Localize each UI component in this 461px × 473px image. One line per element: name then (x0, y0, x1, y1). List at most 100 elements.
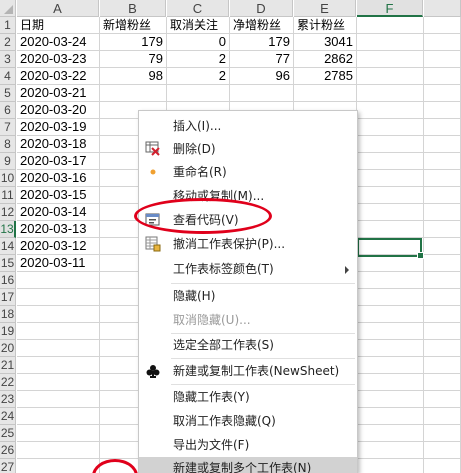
menu-item-new-or-copy-sheet[interactable]: 新建或复制工作表(NewSheet) (139, 360, 357, 382)
row-header-5[interactable]: 5 (0, 85, 16, 102)
cell[interactable]: 2020-03-22 (17, 68, 100, 85)
cell[interactable] (17, 391, 100, 408)
cell[interactable] (424, 187, 461, 204)
row-header-7[interactable]: 7 (0, 119, 16, 136)
cell[interactable] (424, 102, 461, 119)
row-header-18[interactable]: 18 (0, 306, 16, 323)
cell[interactable] (17, 374, 100, 391)
menu-item-hide[interactable]: 隐藏(H) (139, 285, 357, 307)
cell[interactable] (424, 136, 461, 153)
cell[interactable] (424, 306, 461, 323)
cell[interactable] (357, 17, 424, 34)
cell[interactable] (230, 85, 294, 102)
menu-item-new-or-copy-multiple-sheets[interactable]: 新建或复制多个工作表(N) (139, 457, 357, 473)
column-header-c[interactable]: C (167, 0, 229, 17)
row-header-11[interactable]: 11 (0, 187, 16, 204)
cell[interactable] (357, 51, 424, 68)
cell[interactable] (17, 306, 100, 323)
cell[interactable]: 日期 (17, 17, 100, 34)
cell[interactable] (424, 153, 461, 170)
menu-item-unhide-sheet[interactable]: 取消工作表隐藏(Q) (139, 410, 357, 432)
row-header-2[interactable]: 2 (0, 34, 16, 51)
cell[interactable]: 2020-03-12 (17, 238, 100, 255)
cell[interactable] (357, 119, 424, 136)
cell[interactable] (424, 17, 461, 34)
cell[interactable] (167, 85, 230, 102)
row-header-27[interactable]: 27 (0, 459, 16, 473)
row-header-25[interactable]: 25 (0, 425, 16, 442)
menu-item-select-all-sheets[interactable]: 选定全部工作表(S) (139, 334, 357, 356)
cell[interactable] (424, 357, 461, 374)
cell[interactable] (357, 204, 424, 221)
row-header-16[interactable]: 16 (0, 272, 16, 289)
cell[interactable] (357, 85, 424, 102)
menu-item-delete[interactable]: 删除(D) (139, 138, 357, 160)
menu-item-hide-sheet[interactable]: 隐藏工作表(Y) (139, 386, 357, 408)
cell[interactable] (357, 255, 424, 272)
cell[interactable]: 2785 (294, 68, 357, 85)
cell[interactable] (424, 85, 461, 102)
row-header-6[interactable]: 6 (0, 102, 16, 119)
cell[interactable] (424, 119, 461, 136)
cell[interactable]: 2020-03-21 (17, 85, 100, 102)
cell[interactable]: 2020-03-24 (17, 34, 100, 51)
column-header-d[interactable]: D (230, 0, 293, 17)
cell[interactable]: 3041 (294, 34, 357, 51)
cell[interactable]: 77 (230, 51, 294, 68)
cell[interactable] (357, 391, 424, 408)
cell[interactable] (424, 272, 461, 289)
cell[interactable] (357, 68, 424, 85)
cell[interactable] (424, 34, 461, 51)
cell[interactable] (357, 272, 424, 289)
cell[interactable] (424, 442, 461, 459)
cell[interactable] (424, 170, 461, 187)
cell[interactable] (17, 289, 100, 306)
row-header-15[interactable]: 15 (0, 255, 16, 272)
menu-item-unprotect-sheet[interactable]: 撤消工作表保护(P)... (139, 233, 357, 255)
row-header-17[interactable]: 17 (0, 289, 16, 306)
cell[interactable] (424, 221, 461, 238)
cell[interactable] (424, 51, 461, 68)
cell[interactable]: 2020-03-17 (17, 153, 100, 170)
column-header-f[interactable]: F (357, 0, 423, 17)
cell[interactable] (424, 255, 461, 272)
cell[interactable] (357, 170, 424, 187)
cell[interactable] (357, 425, 424, 442)
row-header-12[interactable]: 12 (0, 204, 16, 221)
cell[interactable] (424, 374, 461, 391)
cell[interactable]: 2020-03-11 (17, 255, 100, 272)
cell[interactable]: 2020-03-14 (17, 204, 100, 221)
row-header-13[interactable]: 13 (0, 221, 16, 238)
cell[interactable]: 取消关注 (167, 17, 230, 34)
row-header-4[interactable]: 4 (0, 68, 16, 85)
cell[interactable] (424, 323, 461, 340)
cell[interactable]: 2020-03-15 (17, 187, 100, 204)
cell[interactable] (357, 357, 424, 374)
cell[interactable]: 2020-03-13 (17, 221, 100, 238)
row-header-10[interactable]: 10 (0, 170, 16, 187)
cell[interactable] (100, 85, 167, 102)
cell[interactable] (17, 357, 100, 374)
row-header-22[interactable]: 22 (0, 374, 16, 391)
row-header-1[interactable]: 1 (0, 17, 16, 34)
cell[interactable] (357, 408, 424, 425)
cell[interactable] (17, 272, 100, 289)
cell[interactable]: 2 (167, 68, 230, 85)
cell[interactable] (17, 425, 100, 442)
row-header-26[interactable]: 26 (0, 442, 16, 459)
cell[interactable] (17, 323, 100, 340)
column-header-g[interactable] (424, 0, 461, 17)
cell[interactable] (357, 306, 424, 323)
cell[interactable]: 98 (100, 68, 167, 85)
cell[interactable]: 179 (100, 34, 167, 51)
row-header-21[interactable]: 21 (0, 357, 16, 374)
cell[interactable]: 新增粉丝 (100, 17, 167, 34)
row-header-14[interactable]: 14 (0, 238, 16, 255)
cell[interactable]: 2 (167, 51, 230, 68)
cell[interactable] (357, 153, 424, 170)
cell[interactable]: 79 (100, 51, 167, 68)
cell[interactable]: 2020-03-16 (17, 170, 100, 187)
row-header-19[interactable]: 19 (0, 323, 16, 340)
cell[interactable] (424, 204, 461, 221)
row-header-9[interactable]: 9 (0, 153, 16, 170)
